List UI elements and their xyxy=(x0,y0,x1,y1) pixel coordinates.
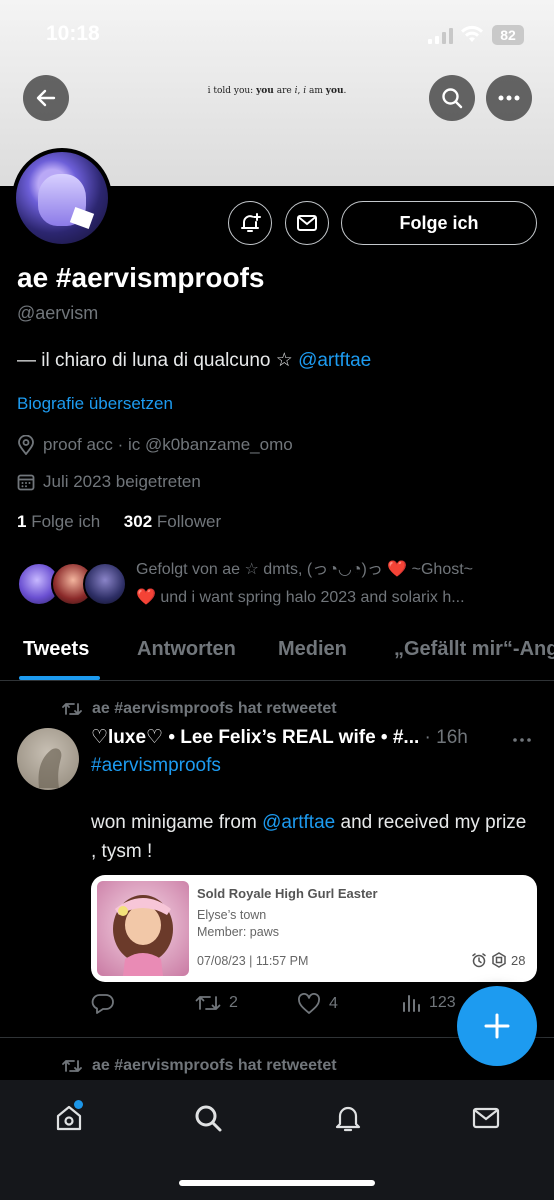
bio-text: — il chiaro di luna di qualcuno ☆ xyxy=(17,350,299,371)
search-button[interactable] xyxy=(429,75,475,121)
wifi-icon xyxy=(461,25,483,42)
joined-text: Juli 2023 beigetreten xyxy=(43,472,201,491)
battery-indicator: 82 xyxy=(492,25,524,45)
bio-mention-link[interactable]: @artftae xyxy=(298,350,371,371)
envelope-icon xyxy=(297,215,317,231)
tab-likes[interactable]: „Gefällt mir“-Angaben xyxy=(394,638,554,661)
reply-icon xyxy=(91,994,114,1014)
calendar-icon xyxy=(17,474,35,491)
avatar-image xyxy=(38,748,62,788)
tab-replies[interactable]: Antworten xyxy=(137,638,236,661)
view-count: 123 xyxy=(429,994,456,1011)
nav-notifications[interactable] xyxy=(328,1098,368,1138)
retweet-icon xyxy=(62,1060,82,1072)
profile-tabs: Tweets Antworten Medien „Gefällt mir“-An… xyxy=(0,624,554,681)
followers-link[interactable]: 302 Follower xyxy=(124,512,221,531)
card-date: 07/08/23 | 11:57 PM xyxy=(197,954,309,968)
retweet-count: 2 xyxy=(229,994,238,1011)
arrow-left-icon xyxy=(36,89,56,107)
search-icon xyxy=(442,88,463,109)
search-icon xyxy=(195,1105,222,1132)
nav-messages[interactable] xyxy=(466,1098,506,1138)
heart-icon xyxy=(298,993,320,1014)
analytics-bar-icon xyxy=(403,995,420,1012)
profile-name: ae #aervismproofs xyxy=(17,262,265,293)
follow-counts: 1 Folge ich 302 Follower xyxy=(17,512,221,532)
nav-home[interactable] xyxy=(49,1098,89,1138)
bell-icon xyxy=(335,1106,361,1132)
tweet-media-card[interactable]: Sold Royale High Gurl Easter Elyse’s tow… xyxy=(91,875,537,982)
card-subtitle: Elyse’s town xyxy=(197,908,267,922)
nav-search[interactable] xyxy=(188,1098,228,1138)
tweet-more-button[interactable] xyxy=(512,726,532,749)
alarm-clock-icon xyxy=(472,953,486,968)
tab-tweets[interactable]: Tweets xyxy=(23,638,89,661)
status-time: 10:18 xyxy=(46,22,100,45)
location-pin-icon xyxy=(18,435,34,455)
heart-emoji-icon: ❤️ xyxy=(387,561,408,578)
character-image xyxy=(113,895,173,976)
notification-dot xyxy=(74,1100,83,1109)
profile-joined: Juli 2023 beigetreten xyxy=(17,472,201,492)
card-member: Member: paws xyxy=(197,925,279,939)
retweet-icon xyxy=(62,703,82,715)
like-count: 4 xyxy=(329,995,338,1012)
retweet-context[interactable]: ae #aervismproofs hat retweetet xyxy=(62,700,337,718)
tweet-header: ♡luxe♡ • Lee Felix’s REAL wife • #... · … xyxy=(91,726,531,749)
tweet-hashtag-link[interactable]: #aervismproofs xyxy=(91,755,221,777)
tweet-author-name[interactable]: ♡luxe♡ • Lee Felix’s REAL wife • #... xyxy=(91,727,419,748)
message-button[interactable] xyxy=(285,201,329,245)
follower-avatar xyxy=(83,562,127,606)
retweet-button[interactable]: 2 xyxy=(195,993,238,1013)
card-thumbnail xyxy=(97,881,189,976)
more-horizontal-icon xyxy=(513,738,531,742)
active-tab-indicator xyxy=(19,676,100,680)
more-options-button[interactable] xyxy=(486,75,532,121)
followed-by-text: Gefolgt von ae ☆ dmts, (っ◔◡◔)っ ❤️ ~Ghost… xyxy=(136,561,474,606)
retweet-context-next[interactable]: ae #aervismproofs hat retweetet xyxy=(62,1057,337,1075)
location-text: proof acc · ic @k0banzame_omo xyxy=(43,435,293,454)
card-price-value: 28 xyxy=(511,952,526,968)
heart-emoji-icon: ❤️ xyxy=(136,589,156,606)
profile-location: proof acc · ic @k0banzame_omo xyxy=(17,435,293,455)
views-button[interactable]: 123 xyxy=(401,993,456,1013)
back-button[interactable] xyxy=(23,75,69,121)
envelope-icon xyxy=(472,1107,500,1129)
compose-tweet-button[interactable] xyxy=(457,986,537,1066)
notifications-toggle-button[interactable] xyxy=(228,201,272,245)
robux-icon xyxy=(492,952,506,968)
following-link[interactable]: 1 Folge ich xyxy=(17,512,100,531)
tweet-author-avatar[interactable] xyxy=(17,728,79,790)
card-title: Sold Royale High Gurl Easter xyxy=(197,886,378,901)
more-horizontal-icon xyxy=(498,95,520,101)
status-bar: 10:18 82 xyxy=(0,0,554,70)
card-price: 28 xyxy=(471,952,525,968)
profile-bio: — il chiaro di luna di qualcuno ☆ @artft… xyxy=(17,349,371,372)
avatar-detail xyxy=(69,207,95,229)
home-indicator xyxy=(179,1180,375,1186)
retweet-label: ae #aervismproofs hat retweetet xyxy=(92,700,337,717)
followed-by-section[interactable]: Gefolgt von ae ☆ dmts, (っ◔◡◔)っ ❤️ ~Ghost… xyxy=(17,556,537,612)
tab-media[interactable]: Medien xyxy=(278,638,347,661)
like-button[interactable]: 4 xyxy=(297,993,338,1015)
profile-handle: @aervism xyxy=(17,303,99,323)
reply-button[interactable] xyxy=(91,993,123,1015)
plus-icon xyxy=(484,1013,510,1039)
retweet-icon xyxy=(195,996,221,1010)
tweet-mention-link[interactable]: @artftae xyxy=(262,812,335,833)
tweet-text: won minigame from @artftae and received … xyxy=(91,812,527,862)
tweet-actions: 2 4 123 xyxy=(91,993,471,1023)
signal-icon xyxy=(428,28,453,44)
following-button[interactable]: Folge ich xyxy=(341,201,537,245)
translate-bio-link[interactable]: Biografie übersetzen xyxy=(17,394,173,414)
profile-avatar[interactable] xyxy=(12,148,112,248)
bell-plus-icon xyxy=(241,213,261,232)
retweet-label: ae #aervismproofs hat retweetet xyxy=(92,1057,337,1074)
tweet-timestamp[interactable]: · 16h xyxy=(419,727,468,748)
